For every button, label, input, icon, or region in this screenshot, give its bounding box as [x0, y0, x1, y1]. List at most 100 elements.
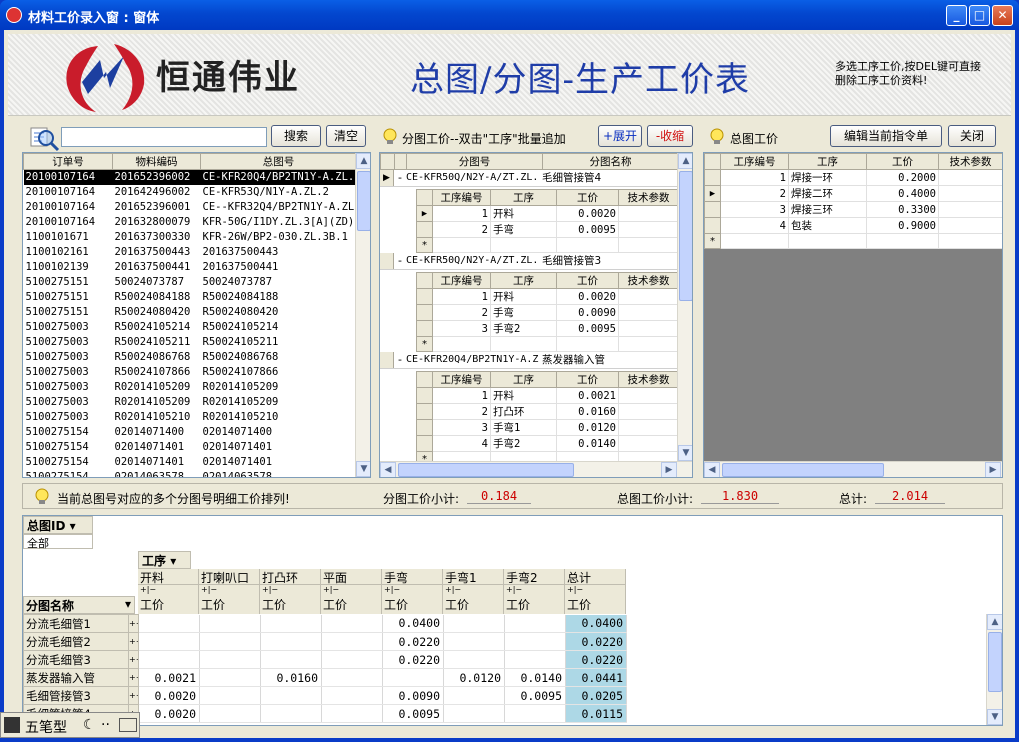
- pivot-row[interactable]: 分流毛细管2+− 0.0220 0.0220: [23, 632, 627, 651]
- expand-collapse-icon[interactable]: +−: [128, 668, 139, 687]
- pivot-row[interactable]: 分流毛细管1+− 0.0400 0.0400: [23, 614, 627, 633]
- pivot-column[interactable]: 打凸环 +|− 工价: [260, 569, 321, 614]
- scroll-thumb[interactable]: [398, 463, 574, 477]
- main-col-header[interactable]: 工价: [866, 153, 939, 170]
- expand-collapse-icon[interactable]: +−: [128, 632, 139, 651]
- pivot-column[interactable]: 打喇叭口 +|− 工价: [199, 569, 260, 614]
- table-row[interactable]: 20100107164 201632800079 KFR-50G/I1DY.ZL.3…: [24, 215, 357, 230]
- pivot-column[interactable]: 手弯1 +|− 工价: [443, 569, 504, 614]
- scroll-left-icon[interactable]: ◀: [380, 462, 396, 477]
- subgrid-vscroll[interactable]: ▲ ▼: [677, 153, 692, 461]
- edit-order-button[interactable]: 编辑当前指令单: [830, 125, 942, 147]
- orders-grid[interactable]: 订单号 物料编码 总图号 20100107164 201652396002 CE-KFR…: [22, 152, 371, 478]
- maximize-button[interactable]: □: [969, 5, 990, 26]
- chevron-down-icon[interactable]: ▾: [125, 597, 131, 611]
- subdrawing-grid[interactable]: 分图号 分图名称 ▶ - CE-KFR50Q/N2Y-A/ZT.ZL. 毛细管接管4 工序编…: [379, 152, 693, 478]
- table-row[interactable]: 5100275154 02014071401 02014071401: [24, 440, 357, 455]
- chevron-down-icon[interactable]: ▾: [70, 519, 76, 533]
- main-col-header[interactable]: 工序: [788, 153, 867, 170]
- child-col-header[interactable]: 工序: [490, 371, 557, 388]
- table-row[interactable]: 2 打凸环 0.0160: [416, 403, 678, 420]
- table-row[interactable]: 1100102139 201637500441 201637500441: [24, 260, 357, 275]
- close-button[interactable]: 关闭: [948, 125, 996, 147]
- new-row-asterisk-icon[interactable]: *: [416, 237, 433, 253]
- main-col-header[interactable]: 工序编号: [720, 153, 789, 170]
- child-col-header[interactable]: 技术参数: [618, 272, 678, 289]
- pivot-column[interactable]: 总计 +|− 工价: [565, 569, 626, 614]
- child-col-header[interactable]: 工价: [556, 371, 619, 388]
- pivot-row[interactable]: 蒸发器输入管+−0.0021 0.0160 0.01200.01400.0441: [23, 668, 627, 687]
- expand-button[interactable]: +展开: [598, 125, 642, 147]
- scroll-thumb[interactable]: [357, 171, 370, 231]
- ime-mode-label[interactable]: 五笔型: [25, 717, 67, 737]
- table-row[interactable]: 1100101671 201637300330 KFR-26W/BP2-030.ZL…: [24, 230, 357, 245]
- table-row[interactable]: 5100275003 R02014105209 R02014105209: [24, 395, 357, 410]
- table-row[interactable]: 5100275003 R02014105210 R02014105210: [24, 410, 357, 425]
- scroll-up-icon[interactable]: ▲: [987, 614, 1002, 630]
- table-row[interactable]: 20100107164 201642496002 CE-KFR53Q/N1Y-A.Z…: [24, 185, 357, 200]
- row-selector[interactable]: [416, 288, 433, 305]
- row-selector[interactable]: [704, 217, 721, 234]
- table-row[interactable]: 1 焊接一环 0.2000: [704, 169, 1002, 186]
- expand-collapse-icon[interactable]: +|−: [321, 585, 381, 596]
- table-row[interactable]: 1100102161 201637500443 201637500443: [24, 245, 357, 260]
- child-col-header[interactable]: 工序编号: [432, 371, 491, 388]
- pivot-row[interactable]: 分流毛细管3+− 0.0220 0.0220: [23, 650, 627, 669]
- pivot-filter-value[interactable]: 全部: [23, 534, 93, 550]
- table-row[interactable]: 5100275151 R50024080420 R50024080420: [24, 305, 357, 320]
- table-row[interactable]: 5100275151 50024073787 50024073787: [24, 275, 357, 290]
- new-row[interactable]: *: [704, 233, 1002, 249]
- row-pointer-icon[interactable]: ▶: [416, 205, 433, 222]
- row-selector[interactable]: [416, 403, 433, 420]
- pivot-vscroll[interactable]: ▲ ▼: [986, 614, 1002, 725]
- expand-collapse-icon[interactable]: +−: [128, 650, 139, 669]
- table-row[interactable]: 5100275154 02014071401 02014071401: [24, 455, 357, 470]
- table-row[interactable]: 4 包装 0.9000: [704, 217, 1002, 234]
- row-selector[interactable]: [416, 221, 433, 238]
- main-drawing-grid[interactable]: 工序编号 工序 工价 技术参数 1 焊接一环 0.2000 ▶ 2 焊接二环 0.4000 3 焊接三…: [703, 152, 1003, 478]
- search-input[interactable]: [61, 127, 267, 147]
- table-row[interactable]: 5100275003 R50024086768 R50024086768: [24, 350, 357, 365]
- scroll-up-icon[interactable]: ▲: [678, 153, 692, 169]
- subgrid-group-row[interactable]: - CE-KFR20Q4/BP2TN1Y-A.Z 蒸发器输入管: [380, 352, 678, 369]
- pivot-column[interactable]: 平面 +|− 工价: [321, 569, 382, 614]
- scroll-thumb[interactable]: [988, 632, 1002, 692]
- table-row[interactable]: 4 手弯2 0.0140: [416, 435, 678, 452]
- close-window-button[interactable]: ✕: [992, 5, 1013, 26]
- new-row-asterisk-icon[interactable]: *: [416, 451, 433, 461]
- table-row[interactable]: 5100275003 R50024105214 R50024105214: [24, 320, 357, 335]
- subgrid-hscroll[interactable]: ◀ ▶: [380, 461, 692, 477]
- row-pointer-icon[interactable]: ▶: [704, 185, 721, 202]
- table-row[interactable]: 5100275003 R50024107866 R50024107866: [24, 365, 357, 380]
- table-row[interactable]: 3 手弯2 0.0095: [416, 320, 678, 337]
- pivot-grid[interactable]: 总图ID ▾ 全部 工序 ▾ 分图名称 ▾ 开料 +|− 工价 打喇叭口 +|− 工价 打凸…: [22, 515, 1003, 726]
- subgrid-col-header[interactable]: 分图号: [406, 153, 543, 170]
- expand-collapse-icon[interactable]: +|−: [565, 585, 625, 596]
- table-row[interactable]: 20100107164 201652396002 CE-KFR20Q4/BP2TN1…: [23, 169, 357, 185]
- expand-collapse-icon[interactable]: +|−: [382, 585, 442, 596]
- chevron-down-icon[interactable]: ▾: [170, 554, 176, 568]
- collapse-minus-icon[interactable]: -: [394, 170, 406, 186]
- table-row[interactable]: 1 开料 0.0020: [416, 288, 678, 305]
- scroll-down-icon[interactable]: ▼: [987, 709, 1002, 725]
- table-row[interactable]: 5100275154 02014063578 02014063578: [24, 470, 357, 477]
- new-row[interactable]: *: [416, 336, 678, 352]
- expand-collapse-icon[interactable]: +|−: [504, 585, 564, 596]
- child-col-header[interactable]: 技术参数: [618, 371, 678, 388]
- pivot-row-field[interactable]: 分图名称 ▾: [23, 596, 135, 614]
- pivot-filter-field[interactable]: 总图ID ▾: [23, 516, 93, 534]
- child-col-header[interactable]: 工价: [556, 189, 619, 206]
- table-row[interactable]: 3 焊接三环 0.3300: [704, 201, 1002, 218]
- scroll-down-icon[interactable]: ▼: [678, 445, 692, 461]
- subgrid-group-row[interactable]: ▶ - CE-KFR50Q/N2Y-A/ZT.ZL. 毛细管接管4: [380, 170, 678, 187]
- table-row[interactable]: 2 手弯 0.0090: [416, 304, 678, 321]
- table-row[interactable]: 5100275151 R50024084188 R50024084188: [24, 290, 357, 305]
- maingrid-hscroll[interactable]: ◀ ▶: [704, 461, 1002, 477]
- main-col-header[interactable]: 技术参数: [938, 153, 1002, 170]
- scroll-right-icon[interactable]: ▶: [661, 462, 677, 477]
- child-col-header[interactable]: 工序: [490, 272, 557, 289]
- new-row-asterisk-icon[interactable]: *: [704, 233, 721, 249]
- child-col-header[interactable]: 工序编号: [432, 189, 491, 206]
- scroll-left-icon[interactable]: ◀: [704, 462, 720, 477]
- row-selector[interactable]: [416, 304, 433, 321]
